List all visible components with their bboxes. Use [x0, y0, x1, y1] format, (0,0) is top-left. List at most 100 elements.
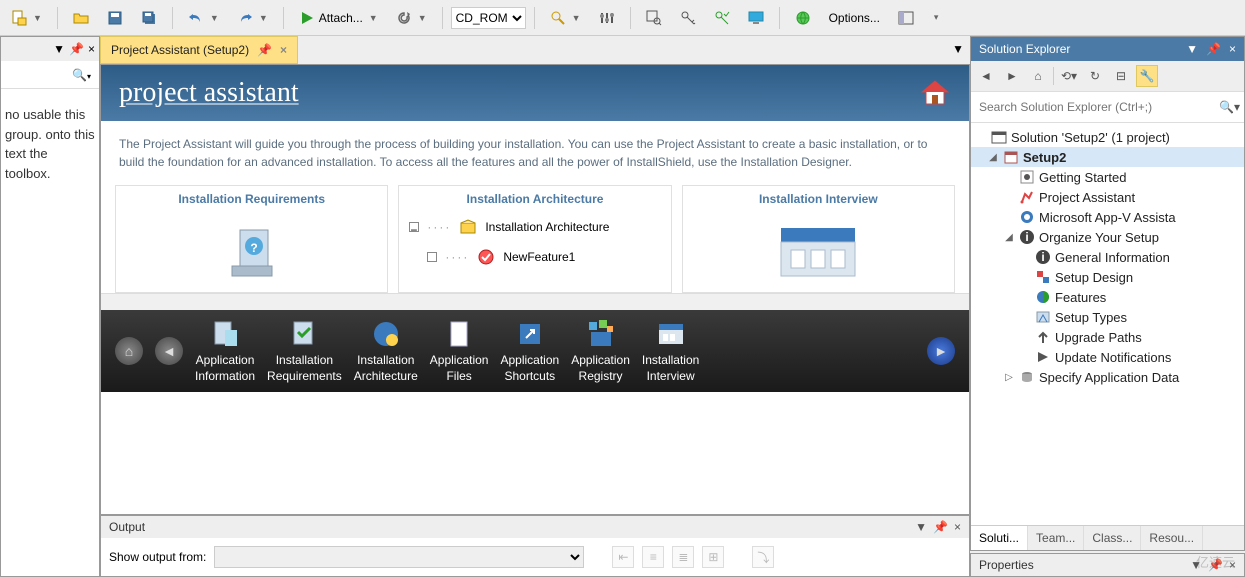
tree-getting-started[interactable]: Getting Started	[971, 167, 1244, 187]
refresh-button[interactable]: ▼	[389, 6, 434, 30]
tool3-button[interactable]	[707, 6, 737, 30]
collapse-icon[interactable]: −	[409, 222, 419, 232]
tool5-button[interactable]	[788, 6, 818, 30]
pin-icon[interactable]: 📌	[1208, 558, 1223, 572]
tab-team[interactable]: Team...	[1028, 526, 1084, 550]
tree-features[interactable]: Features	[971, 287, 1244, 307]
tabbar-dropdown[interactable]: ▼	[946, 36, 970, 64]
close-icon[interactable]: ×	[1229, 42, 1236, 56]
step-interview[interactable]: InstallationInterview	[642, 318, 699, 384]
overflow-button[interactable]: ▾	[925, 8, 946, 27]
config-select[interactable]: CD_ROM	[451, 7, 526, 29]
tool6-button[interactable]	[891, 6, 921, 30]
step-shortcuts[interactable]: ApplicationShortcuts	[500, 318, 559, 384]
out-btn3[interactable]: ≣	[672, 546, 694, 568]
pin-icon[interactable]: 📌	[933, 520, 948, 534]
col-requirements[interactable]: Installation Requirements ?	[115, 185, 388, 293]
tree-project-assistant[interactable]: Project Assistant	[971, 187, 1244, 207]
attach-label: Attach...	[319, 11, 363, 25]
close-icon[interactable]: ×	[280, 43, 287, 57]
dropdown-icon[interactable]: ▼	[915, 520, 927, 534]
close-icon[interactable]: ×	[88, 42, 95, 56]
out-btn4[interactable]: ⊞	[702, 546, 724, 568]
search-icon[interactable]: 🔍▾	[72, 68, 91, 82]
expand-icon[interactable]	[427, 252, 437, 262]
toolbox-panel: ▼ 📌 × 🔍▾ no usable this group. onto this…	[0, 36, 100, 577]
project-icon	[1003, 149, 1019, 165]
search-input[interactable]	[975, 96, 1219, 118]
back-nav-button[interactable]: ◄	[155, 337, 183, 365]
dropdown-icon[interactable]: ▼	[1190, 558, 1202, 572]
dropdown-icon[interactable]: ▼	[53, 42, 65, 56]
col-interview[interactable]: Installation Interview	[682, 185, 955, 293]
step-app-info[interactable]: ApplicationInformation	[195, 318, 255, 384]
tab-class[interactable]: Class...	[1084, 526, 1141, 550]
settings-button[interactable]	[592, 6, 622, 30]
search-icon[interactable]: 🔍▾	[1219, 100, 1240, 114]
tree-setup-types[interactable]: Setup Types	[971, 307, 1244, 327]
search-icon	[550, 10, 566, 26]
home-icon[interactable]	[919, 77, 951, 109]
tree-general-info[interactable]: iGeneral Information	[971, 247, 1244, 267]
key-icon	[680, 10, 696, 26]
save-all-button[interactable]	[134, 6, 164, 30]
tool4-button[interactable]	[741, 6, 771, 30]
new-button[interactable]: ▼	[4, 6, 49, 30]
out-btn2[interactable]: ≡	[642, 546, 664, 568]
pin-icon[interactable]: 📌	[69, 42, 84, 56]
collapse-button[interactable]: ⊟	[1110, 65, 1132, 87]
step-registry[interactable]: ApplicationRegistry	[571, 318, 630, 384]
options-label: Options...	[829, 11, 880, 25]
output-source-select[interactable]	[214, 546, 584, 568]
output-panel: Output ▼ 📌 × Show output from: ⇤ ≡ ≣ ⊞ ⤵	[100, 515, 970, 577]
tool1-button[interactable]	[639, 6, 669, 30]
step-architecture[interactable]: InstallationArchitecture	[354, 318, 418, 384]
options-button[interactable]: Options...	[822, 7, 887, 29]
save-button[interactable]	[100, 6, 130, 30]
properties-button[interactable]: 🔧	[1136, 65, 1158, 87]
step-files[interactable]: ApplicationFiles	[430, 318, 489, 384]
close-icon[interactable]: ×	[954, 520, 961, 534]
sync-button[interactable]: ⟲▾	[1058, 65, 1080, 87]
tab-project-assistant[interactable]: Project Assistant (Setup2) 📌 ×	[100, 36, 298, 64]
horizontal-scrollbar[interactable]	[101, 293, 969, 310]
col-title: Installation Architecture	[399, 186, 670, 212]
tree-appv-assistant[interactable]: Microsoft App-V Assista	[971, 207, 1244, 227]
out-btn1[interactable]: ⇤	[612, 546, 634, 568]
feature-icon	[477, 248, 495, 266]
tool2-button[interactable]	[673, 6, 703, 30]
col-architecture[interactable]: Installation Architecture −···· Installa…	[398, 185, 671, 293]
save-all-icon	[141, 10, 157, 26]
tree-solution-root[interactable]: Solution 'Setup2' (1 project)	[971, 127, 1244, 147]
open-button[interactable]	[66, 6, 96, 30]
step-requirements[interactable]: InstallationRequirements	[267, 318, 342, 384]
tree-organize-setup[interactable]: ◢iOrganize Your Setup	[971, 227, 1244, 247]
settings-icon	[599, 10, 615, 26]
arch-item-2: ···· NewFeature1	[399, 242, 670, 272]
tree-update-notifications[interactable]: Update Notifications	[971, 347, 1244, 367]
tree-project[interactable]: ◢Setup2	[971, 147, 1244, 167]
home-button[interactable]: ⌂	[1027, 65, 1049, 87]
forward-button[interactable]: ►	[1001, 65, 1023, 87]
refresh-button[interactable]: ↻	[1084, 65, 1106, 87]
tree-specify-app-data[interactable]: ▷Specify Application Data	[971, 367, 1244, 387]
undo-button[interactable]: ▼	[181, 6, 226, 30]
pin-icon[interactable]: 📌	[1206, 42, 1221, 56]
dropdown-icon[interactable]: ▼	[1186, 42, 1198, 56]
tree-upgrade-paths[interactable]: Upgrade Paths	[971, 327, 1244, 347]
data-icon	[1019, 369, 1035, 385]
find-button[interactable]: ▼	[543, 6, 588, 30]
start-button[interactable]: Attach...▼	[292, 6, 385, 30]
back-button[interactable]: ◄	[975, 65, 997, 87]
arch-label: Installation Architecture	[485, 220, 609, 234]
pin-icon[interactable]: 📌	[257, 43, 272, 57]
tab-resource[interactable]: Resou...	[1141, 526, 1203, 550]
close-icon[interactable]: ×	[1229, 558, 1236, 572]
out-btn5[interactable]: ⤵	[752, 546, 774, 568]
forward-nav-button[interactable]: ►	[927, 337, 955, 365]
tree-setup-design[interactable]: Setup Design	[971, 267, 1244, 287]
home-nav-button[interactable]: ⌂	[115, 337, 143, 365]
tab-solution[interactable]: Soluti...	[971, 526, 1028, 550]
redo-button[interactable]: ▼	[230, 6, 275, 30]
registry-icon	[585, 318, 617, 350]
